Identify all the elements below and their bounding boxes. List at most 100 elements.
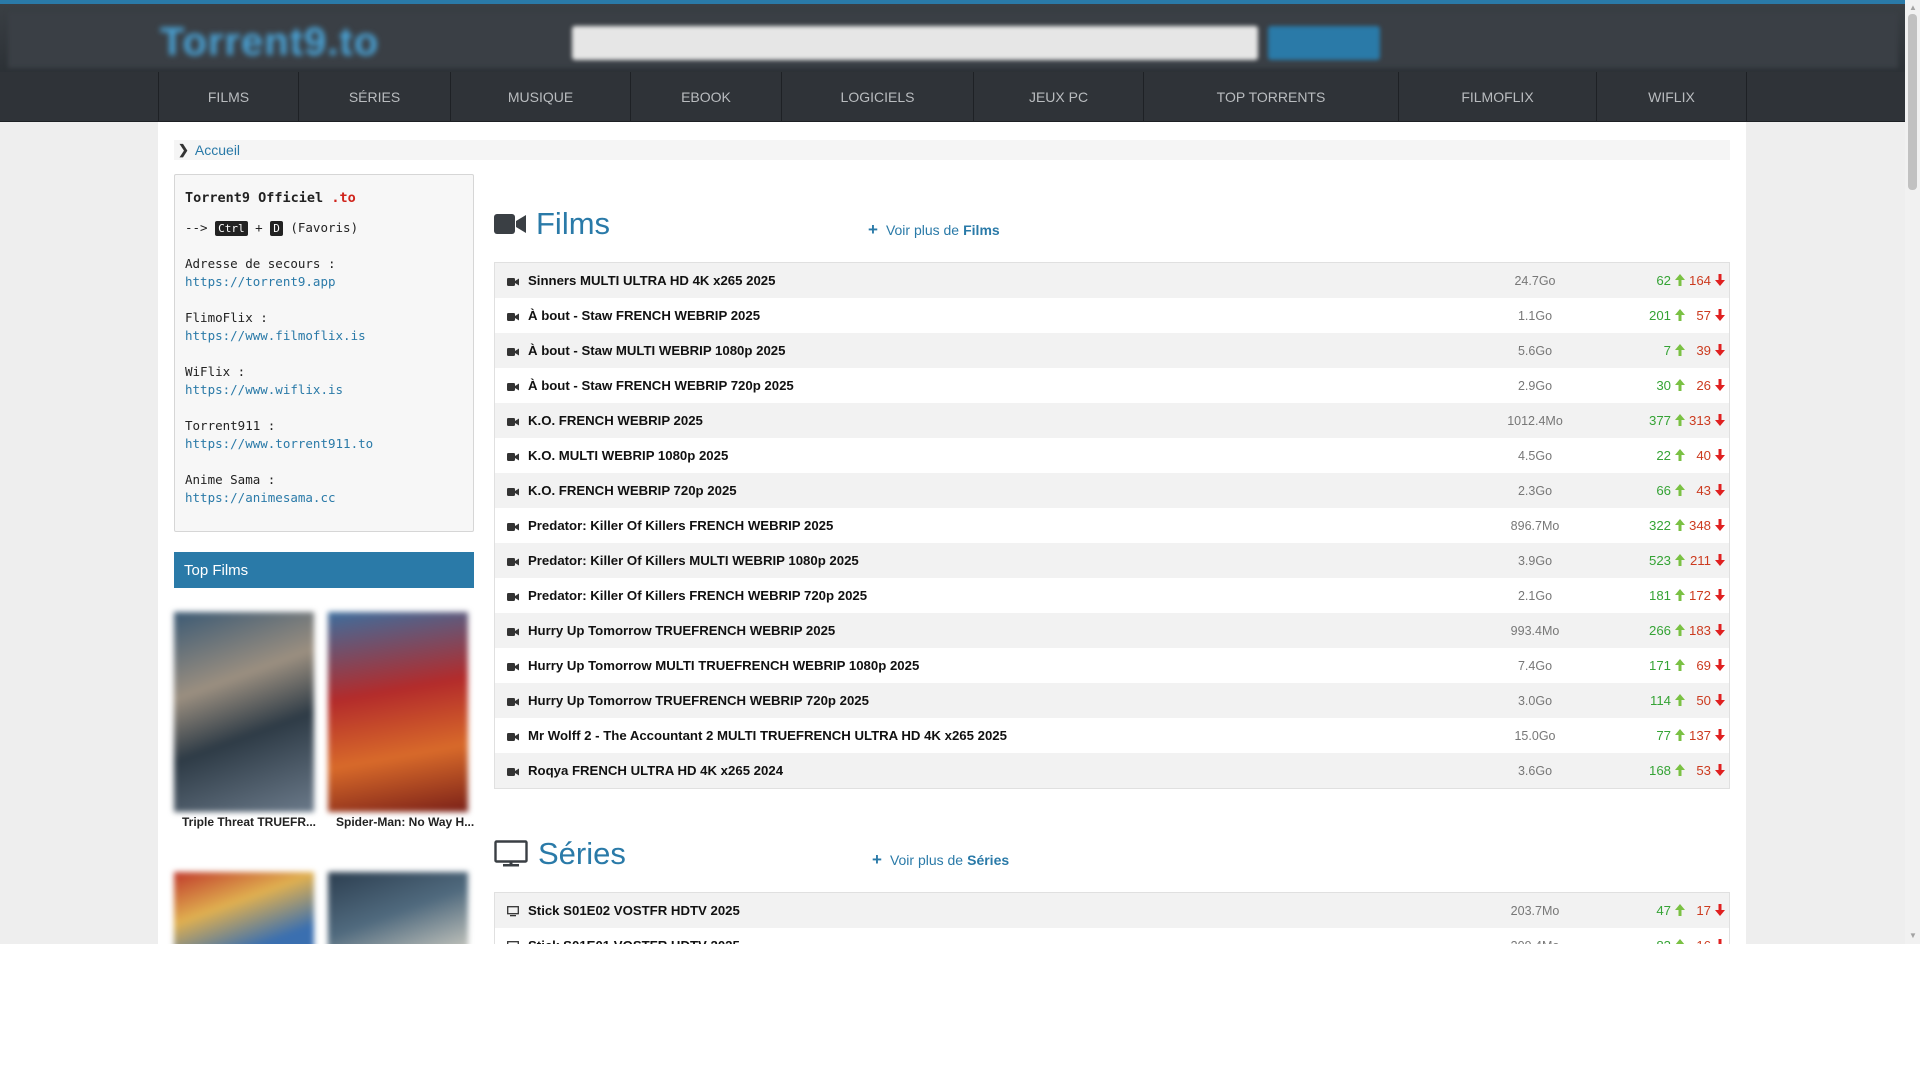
torrent-row[interactable]: Predator: Killer Of Killers FRENCH WEBRI… <box>495 508 1729 543</box>
torrent-name-link[interactable]: Stick S01E02 VOSTFR HDTV 2025 <box>528 903 740 918</box>
mirror-url-link[interactable]: https://www.filmoflix.is <box>185 327 463 345</box>
nav-item-8[interactable]: WIFLIX <box>1597 72 1747 122</box>
torrent-name-link[interactable]: K.O. MULTI WEBRIP 1080p 2025 <box>528 448 728 463</box>
torrent-row[interactable]: À bout - Staw FRENCH WEBRIP 720p 2025 2.9… <box>495 368 1729 403</box>
nav-list: FILMS SÉRIES MUSIQUE EBOOK LOGICIELS JEUX PC T… <box>158 72 1747 122</box>
mirror-url-link[interactable]: https://animesama.cc <box>185 489 463 507</box>
torrent-leechers: 348 <box>1655 518 1725 533</box>
torrent-size: 4.5Go <box>1517 448 1553 463</box>
nav-item-7[interactable]: FILMOFLIX <box>1399 72 1597 122</box>
torrent-name-link[interactable]: Hurry Up Tomorrow MULTI TRUEFRENCH WEBRI… <box>528 658 919 673</box>
torrent-leechers: 40 <box>1655 448 1725 463</box>
poster-1[interactable] <box>174 612 314 812</box>
poster-caption-1[interactable]: Triple Threat TRUEFR... <box>182 815 316 829</box>
torrent-row[interactable]: K.O. FRENCH WEBRIP 2025 1012.4Mo 377 313 <box>495 403 1729 438</box>
plus-icon: + <box>872 850 882 869</box>
poster-4[interactable] <box>328 872 468 944</box>
monitor-icon <box>507 940 519 944</box>
nav-item-4[interactable]: LOGICIELS <box>782 72 974 122</box>
mirror-url-link[interactable]: https://www.torrent911.to <box>185 435 463 453</box>
video-camera-icon <box>507 380 519 395</box>
torrent-name-link[interactable]: Predator: Killer Of Killers FRENCH WEBRI… <box>528 588 867 603</box>
mirror-label: Adresse de secours : <box>185 256 336 271</box>
leech-count: 313 <box>1688 413 1711 428</box>
torrent-size: 2.3Go <box>1517 483 1553 498</box>
arrow-down-icon <box>1711 763 1725 778</box>
torrent-row[interactable]: À bout - Staw FRENCH WEBRIP 2025 1.1Go 201… <box>495 298 1729 333</box>
torrent-row[interactable]: Sinners MULTI ULTRA HD 4K x265 2025 24.7G… <box>495 263 1729 298</box>
nav-item-3[interactable]: EBOOK <box>631 72 782 122</box>
torrent-leechers: 43 <box>1655 483 1725 498</box>
torrent-name-link[interactable]: À bout - Staw MULTI WEBRIP 1080p 2025 <box>528 343 785 358</box>
video-camera-icon <box>507 590 519 605</box>
search-input[interactable] <box>572 26 1258 60</box>
torrent-row[interactable]: Predator: Killer Of Killers MULTI WEBRIP… <box>495 543 1729 578</box>
torrent-name-link[interactable]: Predator: Killer Of Killers MULTI WEBRIP… <box>528 553 859 568</box>
info-box: Torrent9 Officiel .to --> Ctrl + D (Favo… <box>174 174 474 532</box>
arrow-down-icon <box>1711 378 1725 393</box>
torrent-leechers: 313 <box>1655 413 1725 428</box>
video-camera-icon <box>507 695 519 710</box>
torrent-row[interactable]: K.O. FRENCH WEBRIP 720p 2025 2.3Go 66 43 <box>495 473 1729 508</box>
arrow-down-icon <box>1711 448 1725 463</box>
torrent-row[interactable]: Stick S01E02 VOSTFR HDTV 2025 203.7Mo 47 17 <box>495 893 1729 928</box>
torrent-row[interactable]: Stick S01E01 VOSTFR HDTV 2025309.4Mo8316 <box>495 928 1729 944</box>
search-button[interactable] <box>1268 26 1380 60</box>
scrollbar-thumb[interactable] <box>1908 14 1917 190</box>
torrent-name-link[interactable]: À bout - Staw FRENCH WEBRIP 720p 2025 <box>528 378 794 393</box>
torrent-name-link[interactable]: Sinners MULTI ULTRA HD 4K x265 2025 <box>528 273 775 288</box>
torrent-name-link[interactable]: Stick S01E01 VOSTFR HDTV 2025 <box>528 938 740 944</box>
torrent-name-link[interactable]: Predator: Killer Of Killers FRENCH WEBRI… <box>528 518 833 533</box>
info-title-ext: .to <box>331 190 356 206</box>
page-container: ❯ Accueil Torrent9 Officiel .to --> Ctrl… <box>158 122 1746 944</box>
nav-item-5[interactable]: JEUX PC <box>974 72 1144 122</box>
voir-plus-series-link[interactable]: + Voir plus de Séries <box>872 850 1009 870</box>
voir-plus-films-link[interactable]: + Voir plus de Films <box>868 220 1000 240</box>
torrent-name-link[interactable]: Roqya FRENCH ULTRA HD 4K x265 2024 <box>528 763 783 778</box>
torrent-row[interactable]: Hurry Up Tomorrow TRUEFRENCH WEBRIP 720p… <box>495 683 1729 718</box>
site-logo[interactable]: Torrent9.to <box>160 20 379 65</box>
main-nav: FILMS SÉRIES MUSIQUE EBOOK LOGICIELS JEUX PC T… <box>0 72 1905 122</box>
mirror-url-link[interactable]: https://torrent9.app <box>185 273 463 291</box>
torrent-name-link[interactable]: Hurry Up Tomorrow TRUEFRENCH WEBRIP 720p… <box>528 693 869 708</box>
torrent-size: 15.0Go <box>1514 728 1556 743</box>
torrent-row[interactable]: Hurry Up Tomorrow TRUEFRENCH WEBRIP 2025… <box>495 613 1729 648</box>
nav-item-6[interactable]: TOP TORRENTS <box>1144 72 1399 122</box>
scroll-down-icon[interactable]: ▼ <box>1909 931 1917 940</box>
torrent-size: 896.7Mo <box>1510 518 1560 533</box>
nav-item-0[interactable]: FILMS <box>159 72 299 122</box>
torrent-row[interactable]: Roqya FRENCH ULTRA HD 4K x265 2024 3.6Go 1… <box>495 753 1729 788</box>
nav-item-2[interactable]: MUSIQUE <box>451 72 631 122</box>
torrent-row[interactable]: Mr Wolff 2 - The Accountant 2 MULTI TRUE… <box>495 718 1729 753</box>
scroll-up-icon[interactable]: ▲ <box>1909 3 1917 12</box>
torrent-name-link[interactable]: À bout - Staw FRENCH WEBRIP 2025 <box>528 308 760 323</box>
torrent-name-link[interactable]: Hurry Up Tomorrow TRUEFRENCH WEBRIP 2025 <box>528 623 835 638</box>
leech-count: 17 <box>1696 903 1711 918</box>
torrent-row[interactable]: Hurry Up Tomorrow MULTI TRUEFRENCH WEBRI… <box>495 648 1729 683</box>
torrent-name-link[interactable]: K.O. FRENCH WEBRIP 2025 <box>528 413 703 428</box>
torrent-size: 3.0Go <box>1517 693 1553 708</box>
arrow-down-icon <box>1711 903 1725 918</box>
torrent-name-link[interactable]: Mr Wolff 2 - The Accountant 2 MULTI TRUE… <box>528 728 1007 743</box>
torrent-name-link[interactable]: K.O. FRENCH WEBRIP 720p 2025 <box>528 483 737 498</box>
arrow-down-icon <box>1711 588 1725 603</box>
nav-item-1[interactable]: SÉRIES <box>299 72 451 122</box>
poster-3[interactable] <box>174 872 314 944</box>
torrent-row[interactable]: K.O. MULTI WEBRIP 1080p 2025 4.5Go 22 40 <box>495 438 1729 473</box>
torrent-row[interactable]: Predator: Killer Of Killers FRENCH WEBRI… <box>495 578 1729 613</box>
vertical-scrollbar[interactable]: ▲ ▼ <box>1905 0 1920 944</box>
breadcrumb-home-link[interactable]: Accueil <box>195 142 240 158</box>
torrent-leechers: 57 <box>1655 308 1725 323</box>
video-camera-icon <box>507 555 519 570</box>
poster-2[interactable] <box>328 612 468 812</box>
video-camera-icon <box>507 415 519 430</box>
mirror-url-link[interactable]: https://www.wiflix.is <box>185 381 463 399</box>
video-camera-icon <box>507 450 519 465</box>
series-title: Séries <box>538 836 626 871</box>
poster-caption-2[interactable]: Spider-Man: No Way H... <box>336 815 474 829</box>
torrent-row[interactable]: À bout - Staw MULTI WEBRIP 1080p 2025 5.6… <box>495 333 1729 368</box>
leech-count: 53 <box>1696 763 1711 778</box>
voir-plus-films-target: Films <box>963 222 1000 238</box>
